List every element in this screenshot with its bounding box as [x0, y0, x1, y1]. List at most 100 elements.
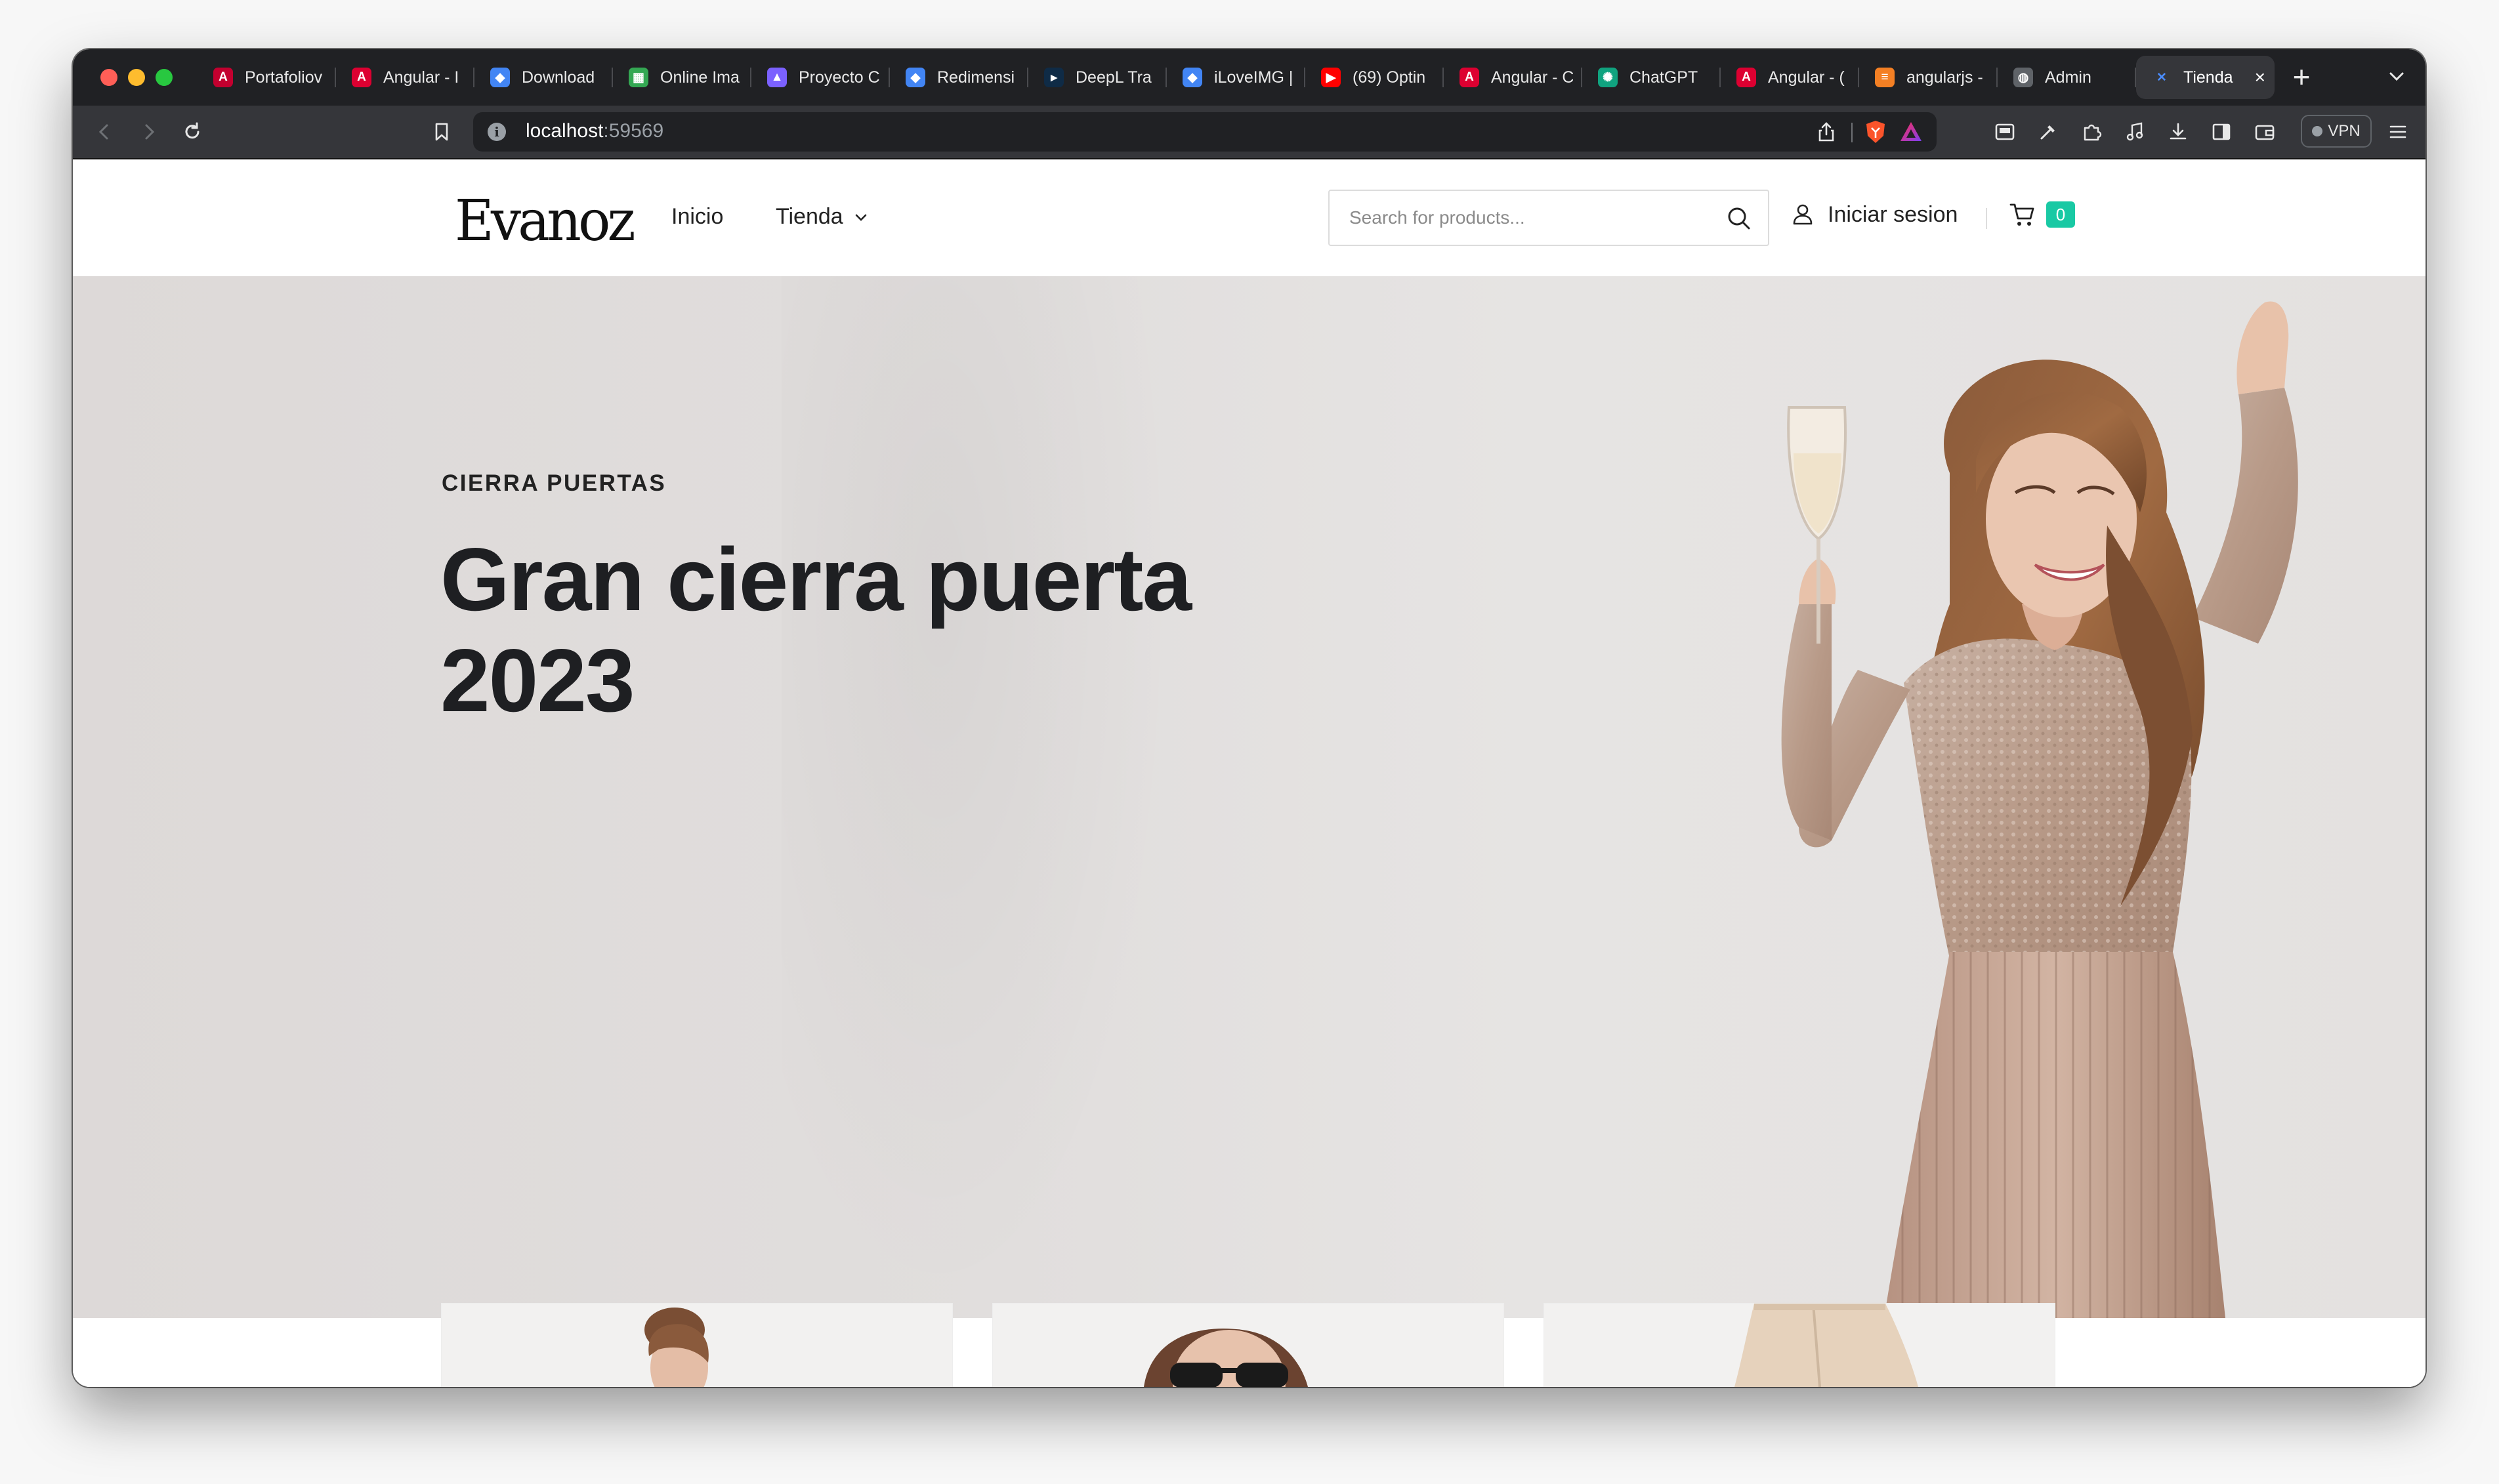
browser-tab[interactable]: ≡ angularjs - [1859, 56, 1998, 99]
vpn-status-icon [2312, 126, 2323, 136]
sidebar-toggle-icon[interactable] [2208, 119, 2235, 145]
cart-button[interactable]: 0 [1988, 200, 2075, 229]
close-window-button[interactable] [100, 69, 117, 86]
browser-tab-label: Tienda [2183, 68, 2233, 87]
diamond-icon: ◆ [1183, 68, 1202, 87]
url-port: :59569 [603, 120, 664, 142]
category-card-1[interactable] [442, 1304, 952, 1387]
media-icon[interactable] [2122, 119, 2148, 145]
address-bar[interactable]: i localhost:59569 [473, 112, 1937, 152]
bookmark-icon[interactable] [429, 119, 455, 145]
browser-tab[interactable]: A Portafoliov [198, 56, 336, 99]
download-icon[interactable] [2165, 119, 2191, 145]
cart-count-badge: 0 [2046, 201, 2075, 228]
brave-rewards-icon[interactable] [1899, 120, 1923, 144]
color-picker-icon[interactable] [2035, 119, 2061, 145]
forward-icon[interactable] [136, 119, 162, 145]
browser-tab-label: Online Ima [660, 68, 740, 87]
grid-icon: ▦ [629, 68, 648, 87]
browser-window: A Portafoliov A Angular - I ◆ Download ▦ Online… [73, 49, 2426, 1387]
browser-tab[interactable]: ◆ iLoveIMG | [1167, 56, 1305, 99]
browser-tab[interactable]: ▶ (69) Optin [1305, 56, 1444, 99]
browser-tab[interactable]: ✕ Tienda × [2136, 56, 2275, 99]
browser-tab[interactable]: A Angular - I [336, 56, 474, 99]
browser-tab-label: (69) Optin [1353, 68, 1426, 87]
omnibox-divider [1851, 123, 1853, 142]
triangle-icon: ▲ [767, 68, 787, 87]
cart-icon [2009, 203, 2034, 226]
browser-tab-label: Admin [2045, 68, 2091, 87]
browser-tab-label: iLoveIMG | [1214, 68, 1293, 87]
close-tab-icon[interactable]: × [2255, 67, 2265, 88]
product-search [1328, 190, 1769, 246]
browser-tab[interactable]: ◆ Download [474, 56, 613, 99]
browser-tab-label: ChatGPT [1629, 68, 1698, 87]
extensions-icon[interactable] [2078, 119, 2105, 145]
vpn-label: VPN [2328, 122, 2361, 140]
site-header: Evanoz Inicio Tienda Iniciar sesion 0 [73, 159, 2426, 276]
minimize-window-button[interactable] [128, 69, 145, 86]
hero-eyebrow: CIERRA PUERTAS [442, 470, 667, 496]
nav-tienda[interactable]: Tienda [776, 204, 870, 230]
browser-tab[interactable]: ▲ Proyecto C [751, 56, 890, 99]
login-link[interactable]: Iniciar sesion [1790, 201, 1958, 228]
category-cards [73, 1304, 2426, 1387]
browser-tab[interactable]: ▸ DeepL Tra [1028, 56, 1167, 99]
browser-tab[interactable]: ✺ ChatGPT [1582, 56, 1721, 99]
site-info-icon[interactable]: i [488, 123, 506, 141]
stackoverflow-icon: ≡ [1875, 68, 1895, 87]
brave-shields-icon[interactable] [1863, 119, 1888, 145]
browser-tab-label: Angular - ( [1768, 68, 1845, 87]
browser-tab[interactable]: A Angular - ( [1721, 56, 1859, 99]
browser-tab-label: Angular - I [383, 68, 459, 87]
search-input[interactable] [1330, 191, 1717, 245]
chevron-down-icon[interactable] [2384, 64, 2410, 90]
browser-tab-label: angularjs - [1906, 68, 1983, 87]
new-tab-button[interactable]: + [2283, 58, 2320, 95]
back-icon[interactable] [91, 119, 117, 145]
category-card-2[interactable] [993, 1304, 1503, 1387]
diamond-icon: ◆ [490, 68, 510, 87]
browser-toolbar: i localhost:59569 VPN [73, 106, 2426, 159]
category-card-3-image [1734, 1304, 1918, 1387]
user-icon [1793, 204, 1813, 225]
category-card-1-image [644, 1308, 709, 1387]
browser-tab-label: Portafoliov [245, 68, 323, 87]
browser-tab-label: Proyecto C [799, 68, 880, 87]
category-card-3[interactable] [1544, 1304, 2055, 1387]
maximize-window-button[interactable] [156, 69, 173, 86]
sidebar-panel-icon[interactable] [1992, 119, 2018, 145]
category-card-2-image [1144, 1329, 1308, 1387]
angular-icon: A [1736, 68, 1756, 87]
web-page: Evanoz Inicio Tienda Iniciar sesion 0 [73, 159, 2426, 1387]
menu-icon[interactable] [2385, 119, 2411, 145]
hero-banner: CIERRA PUERTAS Gran cierra puerta 2023 [73, 276, 2426, 1318]
angular-icon: A [213, 68, 233, 87]
chatgpt-icon: ✺ [1598, 68, 1618, 87]
hero-background-shade [782, 276, 1175, 1318]
tab-strip: A Portafoliov A Angular - I ◆ Download ▦ Online… [73, 49, 2426, 106]
wallet-icon[interactable] [2252, 119, 2278, 145]
browser-tab-label: Redimensi [937, 68, 1015, 87]
tab-list: A Portafoliov A Angular - I ◆ Download ▦ Online… [198, 56, 2275, 99]
tienda-icon: ✕ [2156, 70, 2167, 85]
browser-tab[interactable]: ◍ Admin [1998, 56, 2136, 99]
share-icon[interactable] [1815, 120, 1838, 144]
browser-tab[interactable]: ▦ Online Ima [613, 56, 751, 99]
angular-icon: A [352, 68, 371, 87]
nav-inicio[interactable]: Inicio [671, 204, 723, 230]
vpn-button[interactable]: VPN [2301, 115, 2372, 148]
hero-model-image [1781, 301, 2298, 1318]
url-text[interactable]: localhost:59569 [526, 120, 663, 142]
site-logo[interactable]: Evanoz [455, 188, 636, 254]
search-icon[interactable] [1725, 204, 1754, 233]
hero-title: Gran cierra puerta 2023 [440, 529, 1192, 730]
browser-tab[interactable]: A Angular - C [1444, 56, 1582, 99]
login-label: Iniciar sesion [1828, 201, 1958, 227]
browser-tab[interactable]: ◆ Redimensi [890, 56, 1028, 99]
angular-icon: A [1460, 68, 1479, 87]
url-host: localhost [526, 120, 604, 142]
reload-icon[interactable] [179, 119, 205, 145]
browser-tab-label: Angular - C [1491, 68, 1573, 87]
globe-icon: ◍ [2013, 68, 2033, 87]
